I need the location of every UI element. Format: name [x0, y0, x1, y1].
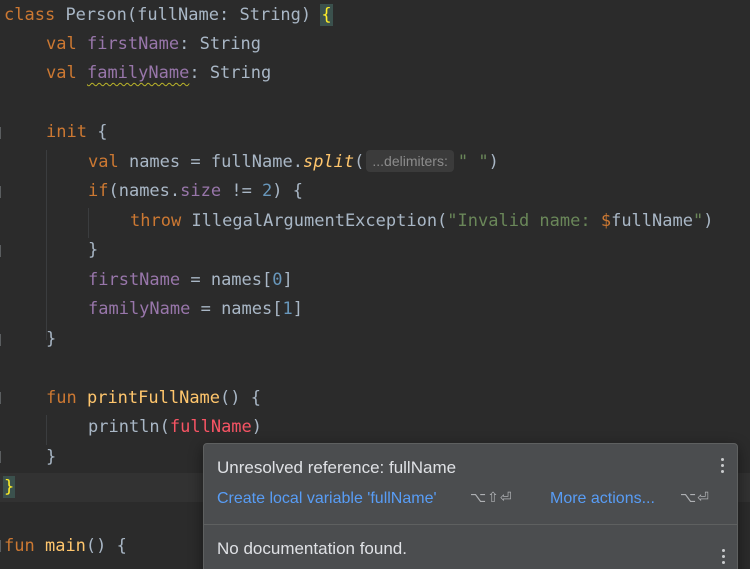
function-name: main [44, 536, 86, 556]
number-literal: 1 [282, 299, 293, 319]
code-text: () { [220, 388, 261, 408]
more-actions-shortcut: ⌥⏎ [680, 490, 710, 506]
string-literal: " [692, 211, 704, 231]
code-line[interactable]: firstName = names[0] [88, 266, 293, 295]
paren: ) [488, 152, 499, 172]
template-variable: fullName [611, 211, 693, 231]
function-call: split [302, 152, 355, 172]
parameter: fullName [137, 5, 219, 25]
code-line[interactable]: println(fullName) [88, 413, 262, 442]
property: size [180, 181, 222, 201]
property: familyName [88, 299, 191, 319]
bracket: ] [292, 299, 303, 319]
fold-marker[interactable] [0, 127, 6, 139]
fold-marker[interactable] [0, 245, 6, 257]
paren: ) [703, 211, 714, 231]
keyword: val [46, 34, 77, 54]
matched-brace: { [320, 4, 333, 26]
code-text: ) { [272, 181, 304, 201]
code-line[interactable]: } [46, 443, 56, 472]
operator: != [221, 181, 263, 201]
colon: : [179, 34, 200, 54]
keyword: val [46, 63, 77, 83]
brace: } [46, 329, 57, 349]
keyword: init [46, 122, 87, 142]
property: firstName [86, 34, 180, 54]
code-line[interactable]: } [46, 325, 56, 354]
code-text: IllegalArgumentException( [181, 211, 448, 231]
type-name: String [209, 63, 272, 83]
keyword: fun [4, 536, 35, 556]
popup-header: Unresolved reference: fullName Create lo… [204, 444, 737, 524]
indent-guide [46, 150, 47, 340]
keyword: class [4, 5, 56, 25]
colon: : [189, 63, 210, 83]
create-local-variable-action[interactable]: Create local variable 'fullName' [217, 490, 437, 508]
brace: } [88, 240, 99, 260]
fold-marker[interactable] [0, 334, 6, 346]
code-editor[interactable]: class Person(fullName: String) { val fir… [0, 0, 750, 569]
unresolved-reference[interactable]: fullName [170, 417, 252, 437]
brace: } [46, 447, 57, 467]
code-line[interactable]: throw IllegalArgumentException("Invalid … [130, 207, 713, 236]
type-name: String [199, 34, 261, 54]
create-local-variable-shortcut: ⌥⇧⏎ [470, 490, 513, 506]
property-typo-warning: familyName [86, 63, 190, 83]
code-text: (names. [108, 181, 181, 201]
paren: ( [354, 152, 365, 172]
parameter-hint: ...delimiters: [366, 150, 454, 172]
number-literal: 2 [262, 181, 273, 201]
number-literal: 0 [272, 270, 283, 290]
indent-guide [46, 415, 47, 445]
code-line[interactable]: if(names.size != 2) { [88, 177, 303, 206]
more-actions-link[interactable]: More actions... [550, 490, 655, 508]
colon: : [219, 5, 240, 25]
code-line[interactable]: fun main() { [4, 532, 127, 561]
code-line[interactable]: val familyName: String [46, 59, 271, 88]
code-line[interactable]: } [88, 236, 98, 265]
keyword: fun [46, 388, 77, 408]
documentation-options-icon[interactable] [722, 549, 725, 567]
paren: ) [300, 5, 322, 25]
paren: ( [126, 5, 138, 25]
code-line[interactable]: val firstName: String [46, 30, 261, 59]
fold-marker[interactable] [0, 451, 6, 463]
keyword: throw [130, 211, 182, 231]
fold-marker[interactable] [0, 392, 6, 404]
string-literal: "Invalid name: [447, 211, 601, 231]
function-name: printFullName [86, 388, 221, 408]
code-line[interactable]: familyName = names[1] [88, 295, 303, 324]
popup-divider [204, 524, 737, 525]
template-marker: $ [600, 211, 612, 231]
code-text: () { [85, 536, 127, 556]
code-line[interactable]: fun printFullName() { [46, 384, 261, 413]
code-line[interactable]: init { [46, 118, 107, 147]
property: firstName [88, 270, 181, 290]
type-name: String [239, 5, 301, 25]
code-line[interactable]: class Person(fullName: String) { [4, 1, 333, 30]
documentation-text: No documentation found. [217, 539, 407, 558]
code-text: = names[ [190, 299, 283, 319]
code-line[interactable]: } [2, 473, 16, 502]
brace: { [86, 122, 108, 142]
code-text: names = fullName. [118, 152, 303, 172]
matched-brace: } [2, 476, 16, 498]
fold-marker[interactable] [0, 186, 6, 198]
error-tooltip-popup[interactable]: Unresolved reference: fullName Create lo… [203, 443, 738, 569]
keyword: val [88, 152, 119, 172]
bracket: ] [282, 270, 293, 290]
indent-guide [88, 208, 89, 238]
code-text: println( [88, 417, 170, 437]
code-line[interactable]: val names = fullName.split(...delimiters… [88, 148, 499, 177]
paren: ) [251, 417, 263, 437]
string-literal: " " [457, 152, 489, 172]
error-message: Unresolved reference: fullName [217, 458, 457, 477]
keyword: if [88, 181, 109, 201]
class-name: Person [65, 5, 127, 25]
more-options-icon[interactable] [721, 458, 725, 476]
code-text: = names[ [180, 270, 273, 290]
